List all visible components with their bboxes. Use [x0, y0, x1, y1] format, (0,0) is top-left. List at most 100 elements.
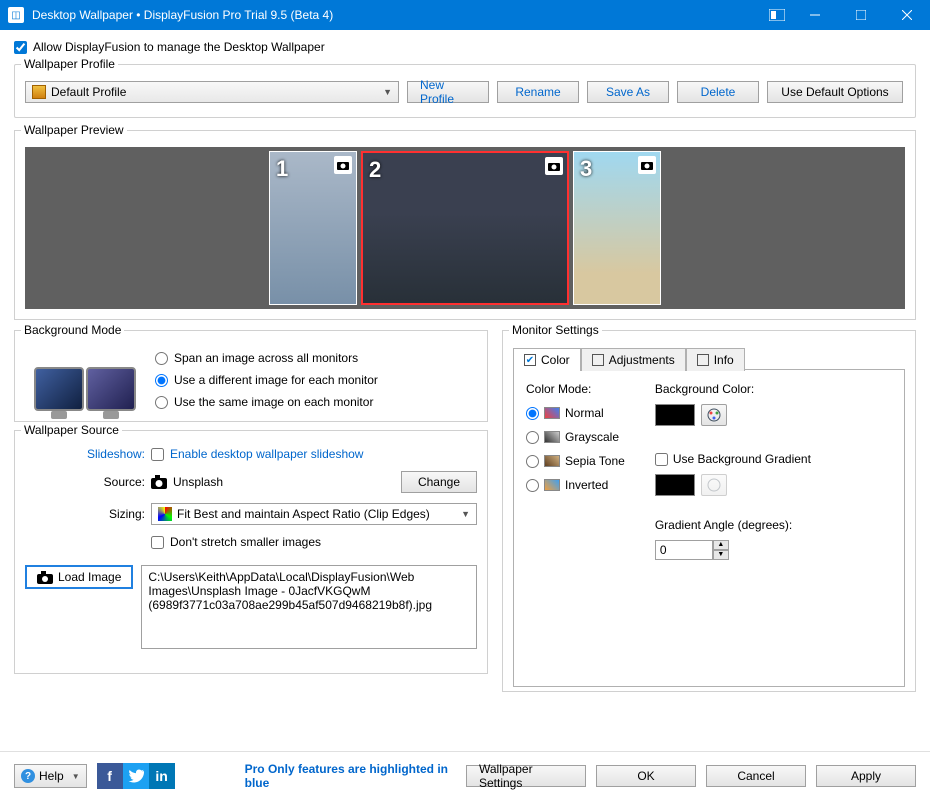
use-default-button[interactable]: Use Default Options — [767, 81, 903, 103]
inverted-icon — [544, 479, 560, 491]
delete-button[interactable]: Delete — [677, 81, 759, 103]
camera-icon[interactable] — [638, 156, 656, 174]
facebook-icon[interactable]: f — [97, 763, 123, 789]
titlebar-monitor-icon[interactable] — [762, 0, 792, 30]
checkbox-icon — [592, 354, 604, 366]
tab-adjustments[interactable]: Adjustments — [581, 348, 686, 371]
tab-content: Color Mode: Normal Grayscale Sepia Tone … — [513, 369, 905, 687]
cm-sepia-row[interactable]: Sepia Tone — [526, 454, 625, 468]
use-gradient-checkbox[interactable] — [655, 453, 668, 466]
monitor-3[interactable]: 3 — [573, 151, 661, 305]
tab-info[interactable]: Info — [686, 348, 745, 371]
profile-select[interactable]: Default Profile ▼ — [25, 81, 399, 103]
wallpaper-settings-button[interactable]: Wallpaper Settings — [466, 765, 586, 787]
monitor-3-num: 3 — [580, 156, 592, 182]
monitor-settings-label: Monitor Settings — [509, 323, 602, 337]
spinner-down[interactable]: ▼ — [713, 550, 729, 560]
twitter-icon[interactable] — [123, 763, 149, 789]
normal-icon — [544, 407, 560, 419]
help-icon: ? — [21, 769, 35, 783]
allow-manage-row: Allow DisplayFusion to manage the Deskto… — [14, 40, 916, 54]
preview-group: Wallpaper Preview 1 2 3 — [14, 130, 916, 320]
monitors-illustration — [25, 347, 145, 411]
social-icons: f in — [97, 763, 175, 789]
slideshow-checkbox[interactable] — [151, 448, 164, 461]
minimize-button[interactable] — [792, 0, 838, 30]
profile-icon — [32, 85, 46, 99]
nostretch-checkbox[interactable] — [151, 536, 164, 549]
camera-icon — [37, 571, 53, 584]
cm-normal-row[interactable]: Normal — [526, 406, 625, 420]
pro-text: Pro Only features are highlighted in blu… — [245, 762, 456, 790]
saveas-button[interactable]: Save As — [587, 81, 669, 103]
cm-grayscale-row[interactable]: Grayscale — [526, 430, 625, 444]
new-profile-button[interactable]: New Profile — [407, 81, 489, 103]
ok-button[interactable]: OK — [596, 765, 696, 787]
chevron-down-icon: ▼ — [461, 509, 470, 519]
gradient-picker-button — [701, 474, 727, 496]
color-picker-button[interactable] — [701, 404, 727, 426]
cancel-button[interactable]: Cancel — [706, 765, 806, 787]
preview-strip: 1 2 3 — [25, 147, 905, 309]
profile-group-label: Wallpaper Profile — [21, 57, 118, 71]
profile-selected: Default Profile — [51, 85, 126, 99]
bg-diff-radio[interactable] — [155, 374, 168, 387]
nostretch-label: Don't stretch smaller images — [170, 535, 321, 549]
bg-diff-row[interactable]: Use a different image for each monitor — [155, 373, 378, 387]
rename-button[interactable]: Rename — [497, 81, 579, 103]
preview-group-label: Wallpaper Preview — [21, 123, 127, 137]
help-button[interactable]: ? Help ▼ — [14, 764, 87, 788]
bgcolor-label: Background Color: — [655, 382, 811, 396]
apply-button[interactable]: Apply — [816, 765, 916, 787]
monitor-2[interactable]: 2 — [361, 151, 569, 305]
app-icon: ◫ — [8, 7, 24, 23]
bg-mode-group: Background Mode Span an image across all… — [14, 330, 488, 422]
bg-diff-label: Use a different image for each monitor — [174, 373, 378, 387]
bg-same-row[interactable]: Use the same image on each monitor — [155, 395, 378, 409]
bg-same-radio[interactable] — [155, 396, 168, 409]
angle-spinner[interactable]: ▲▼ — [655, 540, 729, 560]
footer: ? Help ▼ f in Pro Only features are high… — [0, 751, 930, 800]
camera-icon[interactable] — [334, 156, 352, 174]
cm-gray-radio[interactable] — [526, 431, 539, 444]
bgcolor-swatch[interactable] — [655, 404, 695, 426]
chevron-down-icon: ▼ — [72, 772, 80, 781]
checkbox-icon — [697, 354, 709, 366]
sizing-select[interactable]: Fit Best and maintain Aspect Ratio (Clip… — [151, 503, 477, 525]
cm-sepia-radio[interactable] — [526, 455, 539, 468]
sizing-label: Sizing: — [25, 507, 145, 521]
grayscale-icon — [544, 431, 560, 443]
bg-span-radio[interactable] — [155, 352, 168, 365]
maximize-button[interactable] — [838, 0, 884, 30]
sizing-icon — [158, 507, 172, 521]
gradient-swatch — [655, 474, 695, 496]
camera-icon[interactable] — [545, 157, 563, 175]
use-gradient-row[interactable]: Use Background Gradient — [655, 452, 811, 466]
profile-group: Wallpaper Profile Default Profile ▼ New … — [14, 64, 916, 118]
load-image-button[interactable]: Load Image — [25, 565, 133, 589]
monitor-settings-group: Monitor Settings ✔Color Adjustments Info… — [502, 330, 916, 692]
angle-input[interactable] — [655, 540, 713, 560]
cm-normal-radio[interactable] — [526, 407, 539, 420]
linkedin-icon[interactable]: in — [149, 763, 175, 789]
bg-mode-label: Background Mode — [21, 323, 124, 337]
source-group-label: Wallpaper Source — [21, 423, 122, 437]
tab-color[interactable]: ✔Color — [513, 348, 581, 371]
camera-icon — [151, 475, 167, 489]
allow-manage-checkbox[interactable] — [14, 41, 27, 54]
bg-span-row[interactable]: Span an image across all monitors — [155, 351, 378, 365]
cm-inv-radio[interactable] — [526, 479, 539, 492]
allow-manage-label: Allow DisplayFusion to manage the Deskto… — [33, 40, 325, 54]
tabs: ✔Color Adjustments Info — [513, 347, 905, 370]
cm-inverted-row[interactable]: Inverted — [526, 478, 625, 492]
angle-label: Gradient Angle (degrees): — [655, 518, 811, 532]
spinner-up[interactable]: ▲ — [713, 540, 729, 550]
sepia-icon — [544, 455, 560, 467]
image-path[interactable]: C:\Users\Keith\AppData\Local\DisplayFusi… — [141, 565, 477, 649]
close-button[interactable] — [884, 0, 930, 30]
source-label: Source: — [25, 475, 145, 489]
change-button[interactable]: Change — [401, 471, 477, 493]
monitor-1[interactable]: 1 — [269, 151, 357, 305]
sizing-value: Fit Best and maintain Aspect Ratio (Clip… — [177, 507, 430, 521]
bg-span-label: Span an image across all monitors — [174, 351, 358, 365]
